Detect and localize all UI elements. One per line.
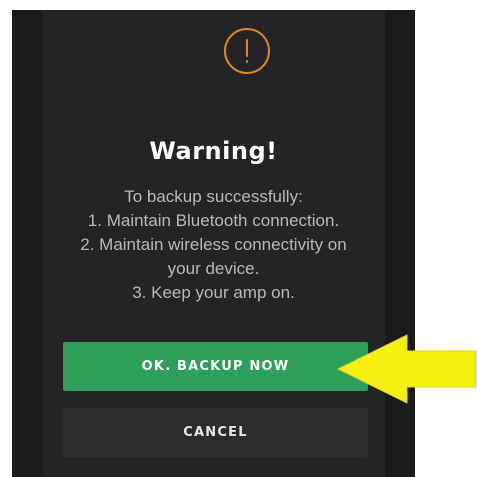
phone-screen: Warning! To backup successfully: 1. Main… — [12, 10, 415, 477]
right-panel — [385, 10, 415, 477]
exclamation-bar — [246, 39, 248, 57]
top-strip — [0, 0, 477, 10]
message-line: To backup successfully: — [124, 187, 303, 206]
warning-exclamation-icon — [224, 28, 270, 74]
backup-now-button[interactable]: OK. BACKUP NOW — [63, 342, 368, 391]
message-line: 1. Maintain Bluetooth connection. — [87, 211, 340, 230]
left-panel — [12, 10, 42, 477]
yellow-arrow-shape — [336, 334, 477, 404]
message-line: your device. — [167, 259, 260, 278]
exclamation-dot — [246, 60, 248, 63]
dialog-message: To backup successfully: 1. Maintain Blue… — [42, 185, 385, 305]
warning-dialog: Warning! To backup successfully: 1. Main… — [42, 10, 385, 477]
message-line: 3. Keep your amp on. — [132, 283, 295, 302]
cancel-button[interactable]: CANCEL — [63, 408, 368, 457]
screenshot-stage: Warning! To backup successfully: 1. Main… — [0, 0, 477, 477]
message-line: 2. Maintain wireless connectivity on — [80, 235, 347, 254]
dialog-title: Warning! — [149, 137, 278, 165]
yellow-arrow-icon — [336, 334, 477, 404]
